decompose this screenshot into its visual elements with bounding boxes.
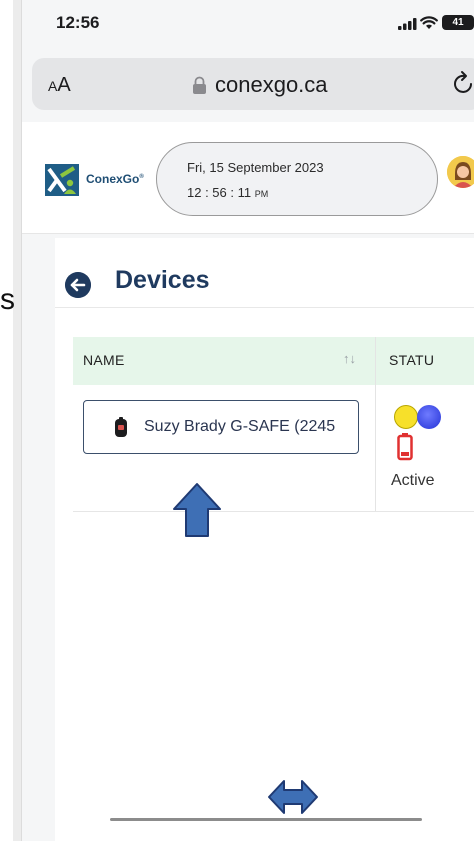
device-status-text: Active [391,472,435,489]
battery-low-icon [397,433,413,461]
left-edge-strip [13,0,22,841]
sort-icon[interactable]: ↑↓ [343,351,356,366]
address-bar[interactable]: AA conexgo.ca [32,58,474,110]
phone-screen: 12:56 41 AA conexgo.ca ConexGo® Fri, 15 … [22,0,474,841]
device-name[interactable]: Suzy Brady G-SAFE (2245 [144,418,335,436]
cellular-signal-icon [398,18,417,30]
current-date: Fri, 15 September 2023 [187,160,324,175]
home-indicator[interactable] [110,818,422,821]
cropped-text-fragment: s [0,283,15,316]
datetime-display: Fri, 15 September 2023 12 : 56 : 11 PM [156,142,438,216]
status-blue-indicator-icon [417,405,441,429]
device-icon [115,417,127,437]
status-yellow-indicator-icon [394,405,418,429]
page-title: Devices [115,266,210,294]
reload-icon[interactable] [452,70,474,96]
back-arrow-icon[interactable] [65,272,91,298]
url-container[interactable]: conexgo.ca [192,72,328,98]
battery-icon: 41 [442,15,474,30]
app-header: ConexGo® Fri, 15 September 2023 12 : 56 … [22,122,474,234]
devices-panel: Devices NAME ↑↓ STATU Suzy Brady G-SAFE … [55,238,474,841]
left-right-arrow-annotation-icon [268,780,318,814]
column-divider [375,337,376,512]
left-margin [0,0,13,841]
column-header-status[interactable]: STATU [389,352,434,368]
brand-name: ConexGo® [86,172,144,186]
row-divider [73,511,474,512]
page-header: Devices [55,238,474,308]
user-avatar-icon[interactable] [447,156,474,188]
status-time: 12:56 [56,13,100,32]
status-bar: 12:56 41 [22,0,474,48]
conexgo-logo-icon[interactable] [45,164,79,196]
device-name-button[interactable]: Suzy Brady G-SAFE (2245 [83,400,359,454]
table-header-row: NAME ↑↓ STATU [73,337,474,385]
column-header-name[interactable]: NAME [83,352,125,368]
up-arrow-annotation-icon [173,483,221,537]
url-text[interactable]: conexgo.ca [215,72,328,98]
text-size-button[interactable]: AA [48,74,71,97]
lock-icon [193,76,206,94]
wifi-icon [420,16,438,29]
current-time: 12 : 56 : 11 PM [187,185,269,200]
